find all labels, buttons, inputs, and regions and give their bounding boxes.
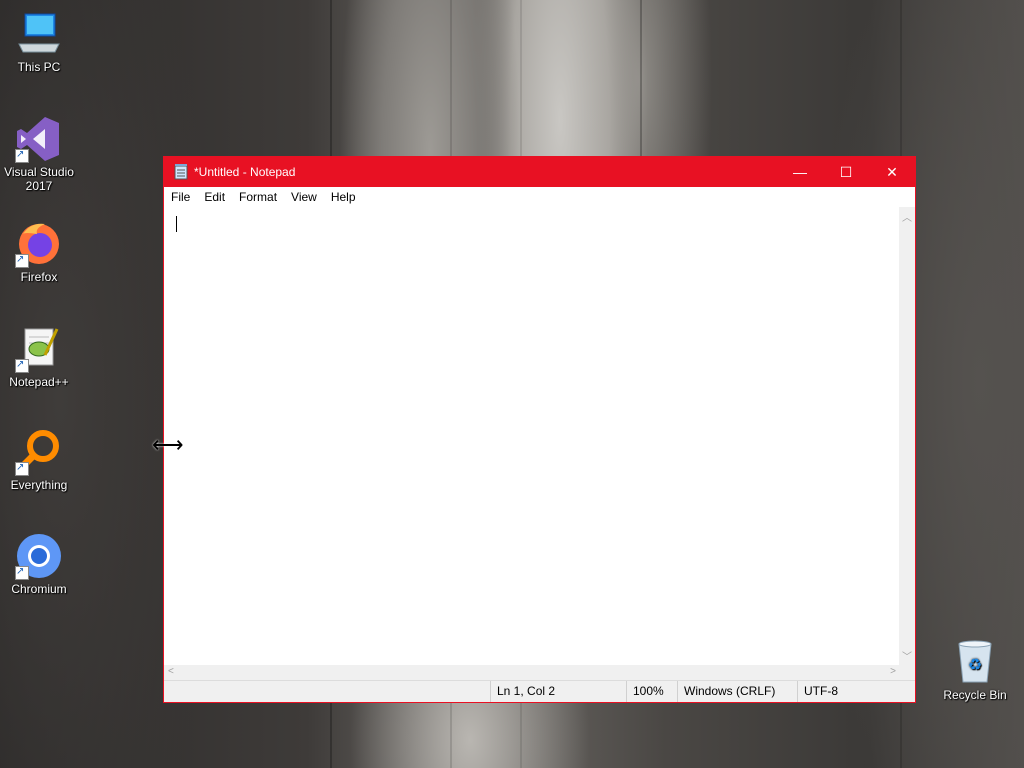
notepad-app-icon xyxy=(174,164,188,180)
desktop-icon-recycle-bin[interactable]: ♻ Recycle Bin xyxy=(938,638,1012,702)
status-encoding: UTF-8 xyxy=(797,681,915,702)
scrollbar-corner xyxy=(899,665,915,681)
desktop-icon-label: Chromium xyxy=(11,582,67,596)
scroll-up-icon[interactable]: ︿ xyxy=(902,209,912,224)
recycle-bin-icon: ♻ xyxy=(951,638,999,686)
firefox-icon xyxy=(15,220,63,268)
text-caret xyxy=(176,216,177,232)
window-title: *Untitled - Notepad xyxy=(194,165,296,179)
status-position: Ln 1, Col 2 xyxy=(490,681,626,702)
menu-edit[interactable]: Edit xyxy=(197,190,232,204)
desktop-icon-everything[interactable]: Everything xyxy=(2,428,76,492)
status-line-ending: Windows (CRLF) xyxy=(677,681,797,702)
minimize-button[interactable]: — xyxy=(777,157,823,187)
close-icon: ✕ xyxy=(886,163,898,180)
menu-format[interactable]: Format xyxy=(232,190,284,204)
shortcut-arrow-icon xyxy=(15,148,29,163)
svg-text:♻: ♻ xyxy=(968,657,982,674)
chromium-icon xyxy=(15,532,63,580)
desktop-icon-this-pc[interactable]: This PC xyxy=(2,10,76,74)
scroll-down-icon[interactable]: ﹀ xyxy=(902,648,912,663)
menu-bar: File Edit Format View Help xyxy=(164,187,915,208)
notepadpp-icon xyxy=(15,325,63,373)
menu-file[interactable]: File xyxy=(164,190,197,204)
horizontal-scrollbar[interactable]: < > xyxy=(164,665,900,681)
maximize-icon: ☐ xyxy=(839,163,853,180)
status-bar: Ln 1, Col 2 100% Windows (CRLF) UTF-8 xyxy=(164,680,915,702)
shortcut-arrow-icon xyxy=(15,565,29,580)
minimize-icon: — xyxy=(793,164,807,180)
desktop-icon-chromium[interactable]: Chromium xyxy=(2,532,76,596)
resize-cursor-icon: ⟷ xyxy=(152,432,184,457)
desktop-icon-label: Everything xyxy=(10,478,68,492)
shortcut-arrow-icon xyxy=(15,461,29,476)
scroll-right-icon[interactable]: > xyxy=(890,666,896,677)
desktop-icon-notepadpp[interactable]: Notepad++ xyxy=(2,325,76,389)
everything-search-icon xyxy=(15,428,63,476)
text-editor[interactable] xyxy=(164,207,900,665)
notepad-window[interactable]: *Untitled - Notepad — ☐ ✕ File Edit Form… xyxy=(163,156,916,703)
status-zoom: 100% xyxy=(626,681,677,702)
desktop-icon-visual-studio[interactable]: Visual Studio 2017 xyxy=(2,115,76,193)
computer-icon xyxy=(15,10,63,58)
visual-studio-icon xyxy=(15,115,63,163)
scroll-left-icon[interactable]: < xyxy=(168,666,174,677)
shortcut-arrow-icon xyxy=(15,358,29,373)
title-bar[interactable]: *Untitled - Notepad — ☐ ✕ xyxy=(164,157,915,187)
vertical-scrollbar[interactable]: ︿ ﹀ xyxy=(899,207,915,665)
maximize-button[interactable]: ☐ xyxy=(823,157,869,187)
shortcut-arrow-icon xyxy=(15,253,29,268)
desktop-icon-label: This PC xyxy=(17,60,61,74)
close-button[interactable]: ✕ xyxy=(869,157,915,187)
desktop-icon-firefox[interactable]: Firefox xyxy=(2,220,76,284)
desktop-icon-label: Notepad++ xyxy=(9,375,69,389)
menu-view[interactable]: View xyxy=(284,190,324,204)
desktop-icon-label: Visual Studio 2017 xyxy=(4,165,74,193)
desktop-icon-label: Firefox xyxy=(20,270,58,284)
desktop-icon-label: Recycle Bin xyxy=(943,688,1007,702)
menu-help[interactable]: Help xyxy=(324,190,363,204)
